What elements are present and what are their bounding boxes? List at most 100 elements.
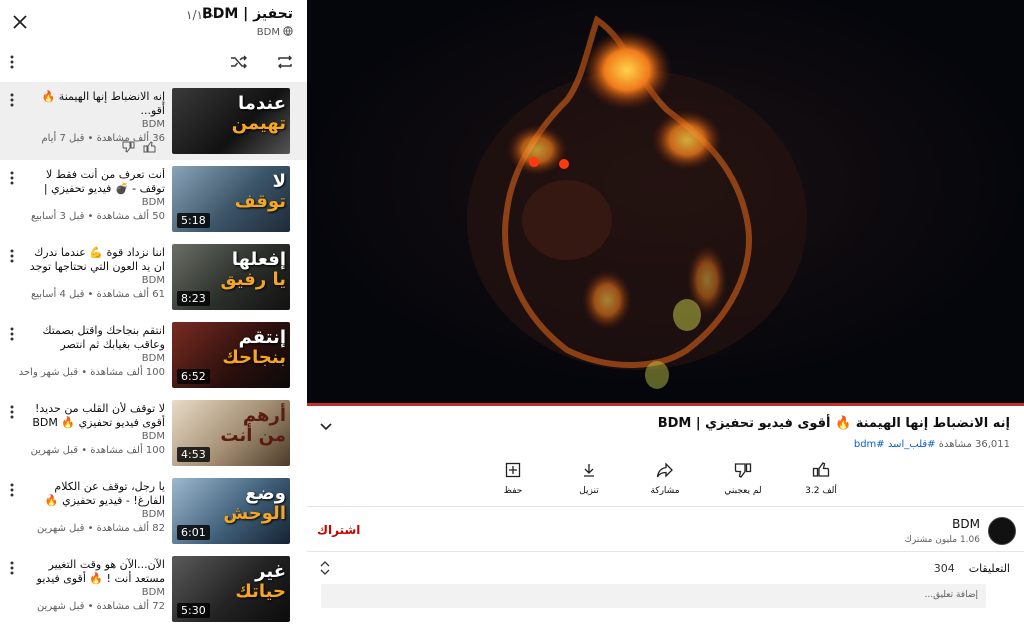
item-title[interactable]: الآن...الآن هو وقت التغيير مستعد أنت ! 🔥… [25, 558, 165, 586]
thumbnail-caption-line: يا رفيق [220, 269, 286, 290]
playlist-item[interactable]: إفعلها يا رفيق 8:23 اننا نزداد قوة 💪 عند… [0, 238, 307, 316]
more-vert-icon[interactable] [4, 324, 20, 344]
subscriber-count: 1.06 مليون مشترك [904, 535, 981, 545]
expand-collapse-icon[interactable] [317, 559, 333, 577]
like-icon[interactable] [143, 138, 156, 157]
playlist-add-icon [505, 462, 521, 481]
channel-avatar[interactable] [988, 517, 1016, 545]
video-meta: 36,011 مشاهدة #قلب_اسد #bdm [854, 439, 1010, 450]
item-meta: 61 ألف مشاهدة • قبل 4 أسابيع [30, 289, 165, 300]
download-icon [581, 462, 597, 481]
channel-row: اشتراك BDM 1.06 مليون مشترك [307, 506, 1024, 552]
thumbnail-caption-line: حياتك [235, 581, 286, 602]
playlist-item[interactable]: إنتقم بنجاحك 6:52 انتقم بنجاحك واقتل بصم… [0, 316, 307, 394]
thumbnail-caption-line: تهيمن [231, 113, 286, 134]
duration-badge: 6:52 [177, 369, 210, 384]
item-title[interactable]: يا رجل، توقف عن الكلام الفارغ! - فيديو ت… [25, 480, 165, 508]
video-thumbnail[interactable]: عندما تهيمن [172, 88, 290, 154]
comments-header[interactable]: التعليقات 304 [934, 562, 1010, 575]
duration-badge: 6:01 [177, 525, 210, 540]
share-icon [656, 462, 674, 481]
more-vert-icon[interactable] [4, 52, 20, 72]
item-meta: 72 ألف مشاهدة • قبل شهرين [36, 601, 165, 612]
item-meta: 100 ألف مشاهدة • قبل شهر واحد [18, 367, 165, 378]
more-vert-icon[interactable] [4, 402, 20, 422]
item-channel: BDM [141, 431, 165, 442]
chevron-down-icon[interactable] [317, 418, 335, 436]
channel-name[interactable]: BDM [952, 517, 980, 531]
video-thumbnail[interactable]: غير حياتك 5:30 [172, 556, 290, 622]
duration-badge: 4:53 [177, 447, 210, 462]
thumbnail-caption: لا توقف [235, 172, 286, 212]
hashtags[interactable]: #قلب_اسد #bdm [854, 439, 936, 450]
thumbnail-caption: غير حياتك [235, 562, 286, 602]
video-frame-lion [307, 0, 1024, 405]
thumbnail-caption: إفعلها يا رفيق [220, 250, 286, 290]
thumbnail-caption: أرهم من أنت [220, 406, 286, 446]
share-button[interactable]: مشاركة [635, 462, 695, 496]
comments-label: التعليقات [968, 562, 1010, 575]
playlist-item[interactable]: أرهم من أنت 4:53 لا توقف لأن القلب من حد… [0, 394, 307, 472]
item-title[interactable]: إنه الانضباط إنها الهيمنة 🔥 أقو... [25, 90, 165, 118]
playlist-channel-name: BDM [256, 27, 280, 38]
thumbnail-caption: إنتقم بنجاحك [222, 328, 286, 368]
like-button[interactable]: 3.2 ألف [791, 462, 851, 496]
thumbnail-caption-line: عندما [238, 93, 286, 114]
thumbnail-caption-line: أرهم [242, 405, 286, 426]
video-info: إنه الانضباط إنها الهيمنة 🔥 أقوى فيديو ت… [307, 406, 1024, 623]
more-vert-icon[interactable] [4, 90, 20, 110]
item-meta: 50 ألف مشاهدة • قبل 3 أسابيع [30, 211, 165, 222]
more-vert-icon[interactable] [4, 246, 20, 266]
item-title[interactable]: انتقم بنجاحك واقتل بصمتك وعاقب بغيابك ثم… [25, 324, 165, 352]
comments-count: 304 [933, 562, 955, 575]
dislike-icon[interactable] [122, 138, 135, 157]
video-player[interactable] [307, 0, 1024, 405]
like-count: 3.2 ألف [805, 486, 837, 496]
thumbnail-caption-line: الوحش [223, 503, 286, 524]
playlist-item[interactable]: عندما تهيمن إنه الانضباط إنها الهيمنة 🔥 … [0, 82, 307, 160]
save-label: حفظ [503, 486, 523, 496]
save-button[interactable]: حفظ [483, 462, 543, 496]
thumbnail-caption-line: بنجاحك [222, 347, 286, 368]
dislike-button[interactable]: لم يعجبني [713, 462, 773, 496]
thumbnail-caption: عندما تهيمن [232, 94, 286, 134]
download-label: تنزيل [579, 486, 599, 496]
thumbnail-caption-line: لا [272, 171, 286, 192]
video-thumbnail[interactable]: لا توقف 5:18 [172, 166, 290, 232]
more-vert-icon[interactable] [4, 480, 20, 500]
action-bar: حفظ تنزيل مشاركة لم يعجبني 3.2 ألف [497, 462, 847, 506]
item-reactions [122, 138, 156, 157]
thumbnail-caption-line: من أنت [220, 425, 286, 446]
add-comment-input[interactable]: إضافة تعليق... [321, 584, 986, 608]
video-thumbnail[interactable]: إفعلها يا رفيق 8:23 [172, 244, 290, 310]
video-thumbnail[interactable]: وضع الوحش 6:01 [172, 478, 290, 544]
playlist-item[interactable]: لا توقف 5:18 أنت تعرف من أنت فقط لا توقف… [0, 160, 307, 238]
video-thumbnail[interactable]: أرهم من أنت 4:53 [172, 400, 290, 466]
thumbnail-caption-line: إنتقم [238, 327, 286, 348]
repeat-icon[interactable] [274, 52, 296, 72]
more-vert-icon[interactable] [4, 558, 20, 578]
more-vert-icon[interactable] [4, 168, 20, 188]
subscribe-button[interactable]: اشتراك [317, 523, 360, 537]
item-meta: 82 ألف مشاهدة • قبل شهرين [36, 523, 165, 534]
video-thumbnail[interactable]: إنتقم بنجاحك 6:52 [172, 322, 290, 388]
duration-badge: 5:18 [177, 213, 210, 228]
playlist-title: تحفيز | BDM [202, 6, 293, 22]
playlist-item[interactable]: غير حياتك 5:30 الآن...الآن هو وقت التغيي… [0, 550, 307, 623]
shuffle-icon[interactable] [228, 52, 250, 72]
playlist-header: ١/١٢٠٠ تحفيز | BDM BDM [0, 0, 307, 80]
item-channel: BDM [141, 119, 165, 130]
thumbnail-caption-line: إفعلها [231, 249, 286, 270]
video-title: إنه الانضباط إنها الهيمنة 🔥 أقوى فيديو ت… [657, 416, 1010, 431]
dislike-label: لم يعجبني [724, 486, 762, 496]
item-title[interactable]: لا توقف لأن القلب من حديد! أقوى فيديو تح… [25, 402, 165, 430]
close-icon[interactable] [8, 10, 32, 34]
thumbnail-caption-line: توقف [234, 191, 286, 212]
download-button[interactable]: تنزيل [559, 462, 619, 496]
item-channel: BDM [141, 509, 165, 520]
globe-icon [283, 26, 293, 39]
item-title[interactable]: أنت تعرف من أنت فقط لا توقف - 💣 فيديو تح… [25, 168, 165, 196]
dislike-icon [734, 462, 752, 481]
playlist-item[interactable]: وضع الوحش 6:01 يا رجل، توقف عن الكلام ال… [0, 472, 307, 550]
item-title[interactable]: اننا نزداد قوة 💪 عندما ندرك ان يد العون … [25, 246, 165, 274]
